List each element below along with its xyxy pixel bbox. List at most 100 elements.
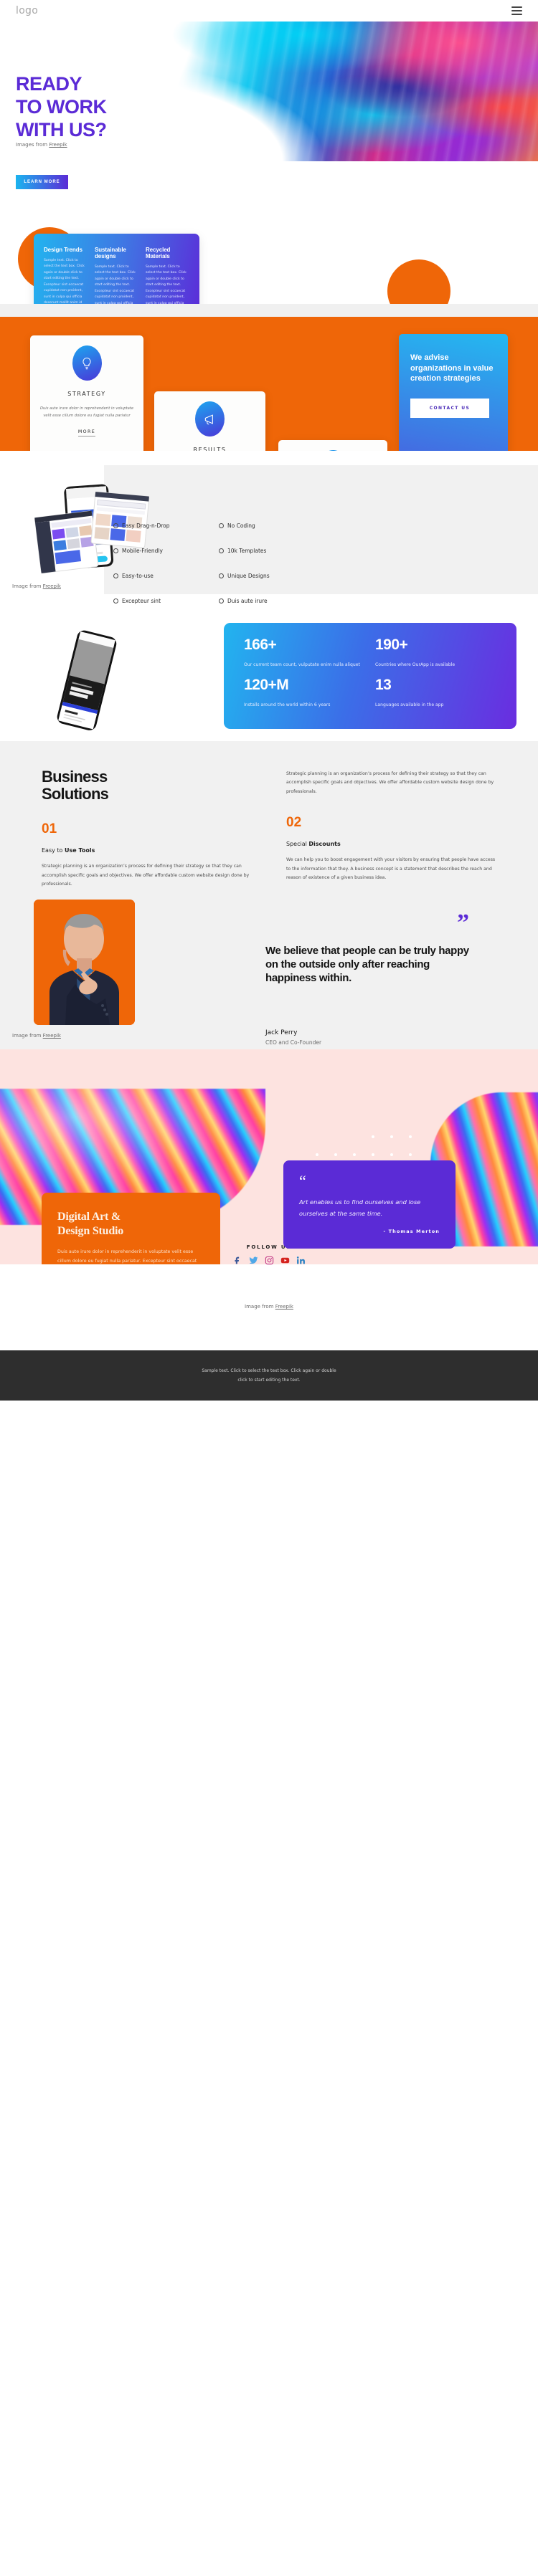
stat-label: Our current team count, vulputate enim n… <box>244 662 360 668</box>
services-section: STRATEGY Duis aute irure dolor in repreh… <box>0 304 538 702</box>
step-title: Special Discounts <box>286 841 341 848</box>
freepik-link[interactable]: Freepik <box>275 1304 293 1310</box>
list-item-label: No Coding <box>227 523 255 529</box>
hamburger-menu-icon[interactable] <box>511 6 522 15</box>
studio-image-credit: Image from Freepik <box>245 1304 293 1310</box>
twitter-icon[interactable] <box>249 1256 258 1265</box>
list-item[interactable]: Duis aute irure <box>219 598 321 604</box>
radio-icon[interactable] <box>219 548 224 553</box>
service-title: STRATEGY <box>67 391 106 397</box>
templates-image-credit: Image from Freepik <box>12 583 61 589</box>
radio-icon[interactable] <box>219 573 224 578</box>
service-more-link[interactable]: MORE <box>77 429 96 437</box>
list-item[interactable]: Easy-to-use <box>113 573 216 579</box>
list-item[interactable]: 10k Templates <box>219 548 321 554</box>
heading-line-1: Business <box>42 768 108 786</box>
business-column-right: Strategic planning is an organization’s … <box>286 768 496 889</box>
hero-cta-wrap: LEARN MORE <box>0 161 538 189</box>
page-title: READY TO WORK WITH US? <box>16 73 107 142</box>
stat-value: 13 <box>375 677 392 693</box>
feature-title: Recycled Materials <box>146 247 171 259</box>
logo[interactable]: logo <box>16 5 38 16</box>
contact-us-button[interactable]: CONTACT US <box>410 398 489 418</box>
youtube-icon[interactable] <box>280 1256 290 1265</box>
business-intro: Strategic planning is an organization’s … <box>286 771 494 794</box>
list-item-label: Duis aute irure <box>227 598 268 604</box>
business-solutions-section: Business Solutions 01 Easy to Use Tools … <box>0 741 538 895</box>
testimonial-role: CEO and Co-Founder <box>265 1039 322 1046</box>
stat-item: 120+M Installs around the world within 6… <box>244 677 365 715</box>
feature-title: Sustainable designs <box>95 247 126 259</box>
radio-icon[interactable] <box>113 548 118 553</box>
step-number: 02 <box>286 815 302 831</box>
stat-item: 190+ Countries where OurApp is available <box>375 636 496 674</box>
feature-cards-section: Design Trends Sample text. Click to sele… <box>0 189 538 328</box>
facebook-icon[interactable] <box>233 1256 242 1265</box>
advise-heading: We advise organizations in value creatio… <box>410 353 494 383</box>
freepik-link[interactable]: Freepik <box>43 583 61 589</box>
list-item[interactable]: No Coding <box>219 523 321 529</box>
studio-quote-author: - Thomas Merton <box>383 1228 440 1234</box>
step-body: Strategic planning is an organization’s … <box>42 864 250 887</box>
hero-section: READY TO WORK WITH US? Images from Freep… <box>0 22 538 161</box>
testimonial-portrait-image <box>34 900 135 1025</box>
site-footer: Sample text. Click to select the text bo… <box>0 1350 538 1401</box>
radio-icon[interactable] <box>113 598 118 604</box>
stat-item: 13 Languages available in the app <box>375 677 496 715</box>
stat-label: Installs around the world within 6 years <box>244 702 331 708</box>
hero-title-line-2: TO WORK <box>16 95 107 118</box>
hero-learn-more-button[interactable]: LEARN MORE <box>16 175 68 189</box>
radio-icon[interactable] <box>219 598 224 604</box>
studio-section: Digital Art & Design Studio Duis aute ir… <box>0 1049 538 1264</box>
instagram-icon[interactable] <box>265 1256 274 1265</box>
list-item-label: Mobile-Friendly <box>122 548 163 554</box>
list-item-label: Easy-to-use <box>122 573 154 579</box>
site-header: logo <box>0 0 538 22</box>
studio-quote-card: “ Art enables us to find ourselves and l… <box>283 1160 456 1249</box>
megaphone-icon <box>195 401 225 437</box>
testimonial-image-credit: Image from Freepik <box>12 1033 61 1039</box>
stat-label: Languages available in the app <box>375 702 444 708</box>
list-item-label: Unique Designs <box>227 573 270 579</box>
list-item[interactable]: Easy Drag-n-Drop <box>113 523 216 529</box>
linkedin-icon[interactable] <box>296 1256 306 1265</box>
list-item[interactable]: Mobile-Friendly <box>113 548 216 554</box>
hero-image-credit: Images from Freepik <box>16 142 67 148</box>
studio-title-line-1: Digital Art & <box>57 1211 121 1223</box>
quote-mark-icon: “ <box>299 1172 306 1190</box>
hero-title-line-3: WITH US? <box>16 118 107 140</box>
stats-phone-mockup-image <box>39 626 133 734</box>
section-heading: Business Solutions <box>42 768 252 803</box>
hero-title-line-1: READY <box>16 73 82 95</box>
step-number: 01 <box>42 821 57 837</box>
service-description: Duis aute irure dolor in reprehenderit i… <box>39 406 134 419</box>
follow-section: FOLLOW US Image from Freepik <box>0 1244 538 1350</box>
feature-title: Design Trends <box>44 247 82 253</box>
list-item[interactable]: Unique Designs <box>219 573 321 579</box>
list-item[interactable]: Excepteur sint <box>113 598 216 604</box>
business-column-left: Business Solutions 01 Easy to Use Tools … <box>42 768 252 889</box>
list-item-label: 10k Templates <box>227 548 267 554</box>
testimonial-author: Jack Perry <box>265 1029 298 1036</box>
studio-title-line-2: Design Studio <box>57 1225 124 1237</box>
stat-value: 166+ <box>244 636 277 653</box>
studio-body: Duis aute irure dolor in reprehenderit i… <box>57 1249 197 1264</box>
landing-page: logo READY TO WORK WITH US? Images from … <box>0 0 538 1401</box>
stat-item: 166+ Our current team count, vulputate e… <box>244 636 365 674</box>
business-grid: Business Solutions 01 Easy to Use Tools … <box>42 768 496 889</box>
testimonial-section: ” We believe that people can be truly ha… <box>0 895 538 1049</box>
radio-icon[interactable] <box>219 523 224 528</box>
lightbulb-icon <box>72 345 102 381</box>
footer-line-2: click to start editing the text. <box>237 1378 301 1383</box>
quote-mark-icon: ” <box>457 910 469 936</box>
radio-icon[interactable] <box>113 523 118 528</box>
stat-value: 120+M <box>244 677 289 693</box>
step-title: Easy to Use Tools <box>42 847 95 854</box>
testimonial-quote: We believe that people can be truly happ… <box>265 945 469 985</box>
footer-text: Sample text. Click to select the text bo… <box>202 1366 336 1385</box>
stat-value: 190+ <box>375 636 408 653</box>
list-item-label: Easy Drag-n-Drop <box>122 523 170 529</box>
freepik-link[interactable]: Freepik <box>43 1033 61 1039</box>
radio-icon[interactable] <box>113 573 118 578</box>
freepik-link[interactable]: Freepik <box>49 142 67 148</box>
